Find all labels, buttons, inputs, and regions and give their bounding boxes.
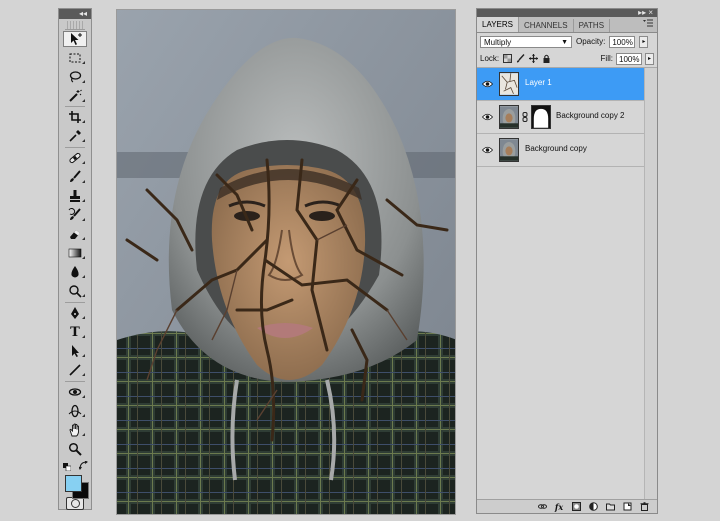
layer-list: Layer 1 Background copy 2 Background cop… xyxy=(477,68,657,167)
eye-icon[interactable] xyxy=(480,144,494,156)
tab-channels[interactable]: CHANNELS xyxy=(519,19,574,32)
lock-label: Lock: xyxy=(480,54,500,63)
line-tool[interactable] xyxy=(63,362,87,378)
layers-panel: ▸▸ × LAYERS CHANNELS PATHS Multiply ▼ Op… xyxy=(476,8,658,514)
close-panel-icon[interactable]: × xyxy=(648,8,653,17)
lock-transparent-pixels-icon[interactable] xyxy=(502,54,512,64)
layer-mask-thumbnail[interactable] xyxy=(531,105,551,129)
layers-panel-header[interactable]: ▸▸ × xyxy=(477,9,657,17)
pen-tool[interactable] xyxy=(63,305,87,321)
blend-mode-select[interactable]: Multiply ▼ xyxy=(480,35,572,48)
bandage-icon xyxy=(69,152,81,164)
collapse-panel-icon[interactable]: ▸▸ xyxy=(638,8,646,17)
layers-scrollbar[interactable] xyxy=(644,68,657,499)
eraser-tool[interactable] xyxy=(63,226,87,242)
eyedropper-tool[interactable] xyxy=(63,128,87,144)
crop-icon xyxy=(69,111,81,123)
arrow-icon xyxy=(72,345,79,357)
foreground-color-swatch[interactable] xyxy=(65,475,82,492)
opacity-field[interactable]: 100% xyxy=(609,35,636,48)
chain-link-icon[interactable] xyxy=(522,112,528,122)
tools-panel-grip[interactable] xyxy=(65,21,85,30)
chevron-down-icon: ▼ xyxy=(561,38,568,46)
3d-rotate-icon xyxy=(68,388,82,396)
marquee-icon xyxy=(69,53,81,63)
layer-thumbnail xyxy=(499,105,519,129)
lock-position-icon[interactable] xyxy=(528,54,538,64)
blend-mode-value: Multiply xyxy=(484,37,512,47)
eye-icon[interactable] xyxy=(480,111,494,123)
history-brush-icon xyxy=(68,208,81,220)
add-mask-icon[interactable] xyxy=(571,502,581,512)
magic-wand-icon xyxy=(69,89,82,102)
layer-name[interactable]: Background copy 2 xyxy=(556,111,625,120)
lasso-icon xyxy=(69,71,82,83)
layer-name[interactable]: Background copy xyxy=(525,144,587,153)
delete-layer-icon[interactable] xyxy=(639,502,649,512)
layers-panel-footer: fx xyxy=(477,499,657,513)
blur-tool[interactable] xyxy=(63,264,87,280)
opacity-slider-button[interactable]: ▸ xyxy=(639,35,649,48)
eyedropper-icon xyxy=(69,130,81,142)
lasso-tool[interactable] xyxy=(63,69,87,85)
3d-orbit-tool[interactable] xyxy=(63,403,87,419)
stamp-icon xyxy=(70,190,80,202)
brush-tool[interactable] xyxy=(63,169,87,185)
link-layers-icon[interactable] xyxy=(537,502,547,512)
tools-panel-header[interactable]: ◂◂ xyxy=(59,9,91,19)
marquee-tool[interactable] xyxy=(63,50,87,66)
adjustment-layer-icon[interactable] xyxy=(588,502,598,512)
gradient-icon xyxy=(68,248,82,258)
layer-row-background-copy-2[interactable]: Background copy 2 xyxy=(477,101,657,134)
layer-thumbnail xyxy=(499,72,519,96)
move-tool[interactable] xyxy=(63,31,87,47)
lock-all-icon[interactable] xyxy=(541,54,551,64)
hand-tool[interactable] xyxy=(63,422,87,438)
swap-colors-icon[interactable] xyxy=(78,460,88,472)
hand-icon xyxy=(69,423,79,437)
default-colors-icon[interactable] xyxy=(63,463,72,473)
layer-style-fx-icon[interactable]: fx xyxy=(554,502,564,512)
healing-brush-tool[interactable] xyxy=(63,150,87,166)
type-tool[interactable]: T xyxy=(63,324,87,340)
path-selection-tool[interactable] xyxy=(63,343,87,359)
cracked-portrait-image xyxy=(117,10,455,514)
drop-icon xyxy=(71,266,79,278)
zoom-tool[interactable] xyxy=(63,441,87,457)
new-group-icon[interactable] xyxy=(605,502,615,512)
layer-row-layer-1[interactable]: Layer 1 xyxy=(477,68,657,101)
fill-label: Fill: xyxy=(600,54,613,63)
layer-thumbnail xyxy=(499,138,519,162)
dodge-icon xyxy=(69,285,82,298)
eraser-icon xyxy=(70,230,80,239)
lock-image-pixels-icon[interactable] xyxy=(515,54,525,64)
fill-field[interactable]: 100% xyxy=(616,52,642,65)
3d-orbit-icon xyxy=(68,404,82,418)
layer-name[interactable]: Layer 1 xyxy=(525,78,552,87)
document-canvas[interactable] xyxy=(116,9,456,515)
3d-rotate-tool[interactable] xyxy=(63,384,87,400)
tools-panel: ◂◂ T xyxy=(58,8,92,510)
move-icon xyxy=(71,33,82,45)
zoom-icon xyxy=(68,442,82,456)
dodge-tool[interactable] xyxy=(63,283,87,299)
crop-tool[interactable] xyxy=(63,109,87,125)
tab-layers[interactable]: LAYERS xyxy=(477,17,519,32)
gradient-tool[interactable] xyxy=(63,245,87,261)
pen-icon xyxy=(71,307,79,319)
line-icon xyxy=(69,364,81,376)
type-icon: T xyxy=(70,324,80,340)
magic-wand-tool[interactable] xyxy=(63,88,87,104)
tab-paths[interactable]: PATHS xyxy=(574,19,611,32)
eye-icon[interactable] xyxy=(480,78,494,90)
new-layer-icon[interactable] xyxy=(622,502,632,512)
fill-slider-button[interactable]: ▸ xyxy=(645,52,654,65)
panel-menu-icon[interactable] xyxy=(643,19,653,29)
opacity-label: Opacity: xyxy=(576,37,606,46)
clone-stamp-tool[interactable] xyxy=(63,188,87,204)
layer-row-background-copy[interactable]: Background copy xyxy=(477,134,657,167)
brush-icon xyxy=(70,170,81,182)
history-brush-tool[interactable] xyxy=(63,207,87,223)
layers-panel-tabs: LAYERS CHANNELS PATHS xyxy=(477,17,657,33)
